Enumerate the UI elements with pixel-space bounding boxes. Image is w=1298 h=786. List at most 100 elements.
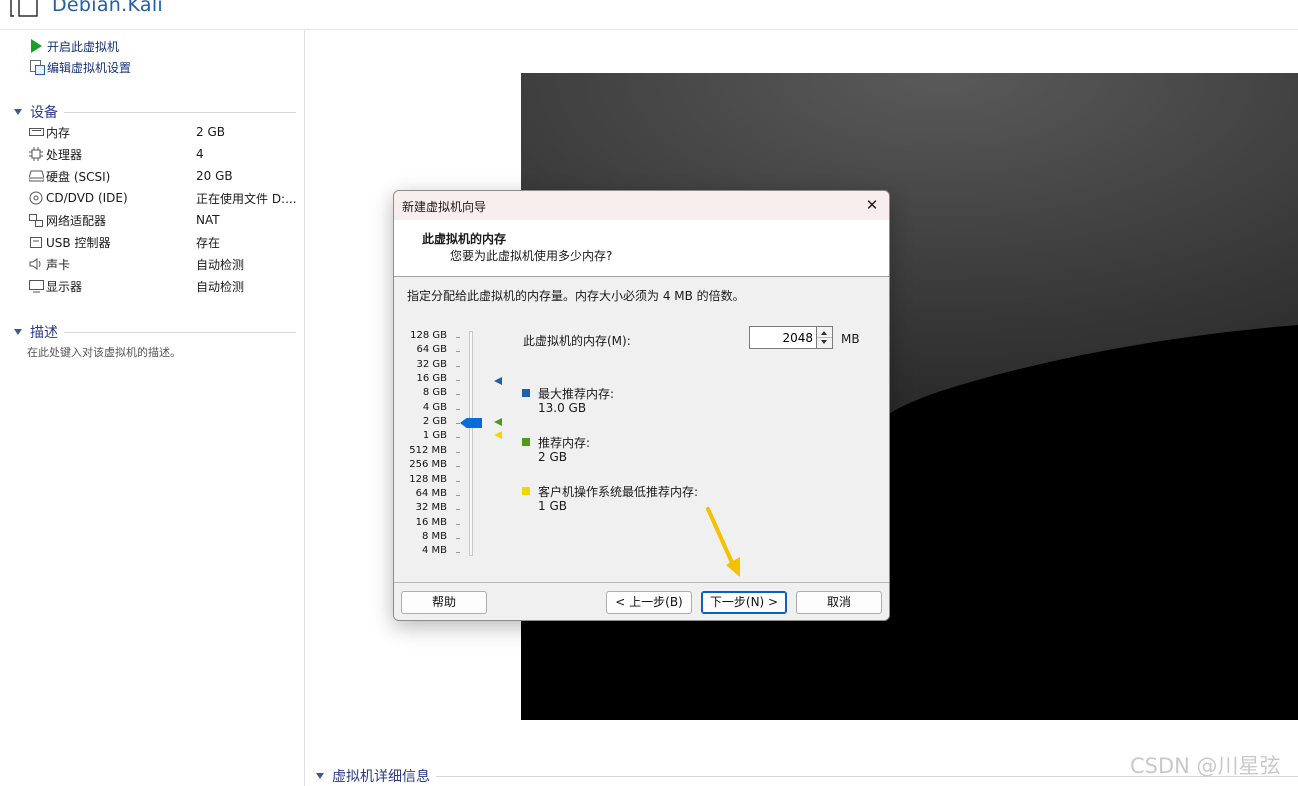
- annotation-arrow-icon: [706, 507, 740, 577]
- device-value: NAT: [196, 213, 220, 227]
- memory-input[interactable]: [749, 326, 817, 349]
- device-name: 显示器: [46, 279, 83, 294]
- display-icon: [28, 279, 44, 293]
- max-recommended-marker: [494, 377, 502, 385]
- memory-slider-track[interactable]: [469, 331, 473, 556]
- devices-section-title: 设备: [30, 105, 58, 121]
- min-recommended-title: 客户机操作系统最低推荐内存:: [538, 485, 699, 499]
- recommended-title: 推荐内存:: [538, 436, 591, 450]
- description-section-header[interactable]: 描述: [14, 322, 296, 342]
- device-row-hard-disk[interactable]: 硬盘 (SCSI) 20 GB: [28, 166, 296, 186]
- scale-tick: [456, 408, 460, 410]
- memory-spinner[interactable]: [817, 326, 833, 349]
- scale-tick: [456, 437, 460, 439]
- scale-tick: [456, 451, 460, 453]
- dialog-titlebar[interactable]: 新建虚拟机向导 ✕: [394, 191, 889, 220]
- cancel-button[interactable]: 取消: [796, 591, 882, 614]
- cd-dvd-icon: [28, 191, 44, 205]
- scale-tick: [456, 537, 460, 539]
- usb-icon: [28, 235, 44, 249]
- scale-label: 8 GB: [422, 387, 447, 399]
- device-name: 内存: [46, 125, 71, 140]
- recommended-marker: [494, 418, 502, 426]
- dialog-instruction: 指定分配给此虚拟机的内存量。内存大小必须为 4 MB 的倍数。: [407, 289, 745, 303]
- hard-disk-icon: [28, 169, 44, 183]
- scale-label: 16 MB: [415, 516, 447, 528]
- scale-tick: [456, 351, 460, 353]
- device-value: 正在使用文件 D:...: [196, 191, 296, 206]
- collapse-triangle-icon: [14, 109, 22, 115]
- edit-settings-icon: [30, 60, 44, 74]
- scale-label: 1 GB: [422, 430, 447, 442]
- scale-label: 4 GB: [422, 401, 447, 413]
- collapse-triangle-icon: [316, 773, 324, 779]
- dialog-subheading: 您要为此虚拟机使用多少内存?: [450, 249, 613, 263]
- min-recommended-value: 1 GB: [538, 499, 567, 513]
- edit-vm-settings-link[interactable]: 编辑虚拟机设置: [30, 58, 131, 76]
- power-on-vm-label: 开启此虚拟机: [47, 39, 120, 54]
- device-row-sound-card[interactable]: 声卡 自动检测: [28, 254, 296, 274]
- vm-details-title: 虚拟机详细信息: [332, 769, 430, 785]
- device-name: CD/DVD (IDE): [46, 191, 128, 205]
- device-row-usb[interactable]: USB 控制器 存在: [28, 232, 296, 252]
- device-row-memory[interactable]: 内存 2 GB: [28, 122, 296, 142]
- devices-section-header[interactable]: 设备: [14, 102, 296, 122]
- scale-tick: [456, 394, 460, 396]
- scale-tick: [456, 552, 460, 554]
- collapse-triangle-icon: [14, 329, 22, 335]
- scale-label: 128 MB: [409, 473, 447, 485]
- edit-vm-settings-label: 编辑虚拟机设置: [47, 60, 132, 75]
- scale-tick: [456, 494, 460, 496]
- device-row-network-adapter[interactable]: 网络适配器 NAT: [28, 210, 296, 230]
- recommended-value: 2 GB: [538, 450, 567, 464]
- device-value: 2 GB: [196, 125, 225, 139]
- next-button[interactable]: 下一步(N) >: [701, 591, 787, 614]
- scale-tick: [456, 480, 460, 482]
- scale-label: 32 MB: [415, 502, 447, 514]
- close-icon[interactable]: ✕: [861, 195, 883, 215]
- min-recommended-swatch: [522, 487, 530, 495]
- recommended-swatch: [522, 438, 530, 446]
- device-row-cd-dvd[interactable]: CD/DVD (IDE) 正在使用文件 D:...: [28, 188, 296, 208]
- vm-icon: [10, 0, 38, 17]
- device-name: 硬盘 (SCSI): [46, 169, 111, 184]
- device-name: 处理器: [46, 147, 83, 162]
- device-value: 自动检测: [196, 279, 245, 294]
- vm-name-title: Debian.Kali: [52, 0, 164, 16]
- new-vm-wizard-dialog: 新建虚拟机向导 ✕ 此虚拟机的内存 您要为此虚拟机使用多少内存? 指定分配给此虚…: [393, 190, 890, 621]
- scale-label: 16 GB: [416, 373, 447, 385]
- scale-label: 64 GB: [416, 344, 447, 356]
- description-section-title: 描述: [30, 325, 58, 341]
- device-row-display[interactable]: 显示器 自动检测: [28, 276, 296, 296]
- scale-tick: [456, 380, 460, 382]
- scale-label: 64 MB: [415, 487, 447, 499]
- dialog-banner: 此虚拟机的内存 您要为此虚拟机使用多少内存?: [394, 220, 889, 277]
- dialog-title: 新建虚拟机向导: [402, 200, 487, 214]
- scale-tick: [456, 423, 460, 425]
- dialog-heading: 此虚拟机的内存: [422, 232, 507, 246]
- spin-down-icon[interactable]: [821, 340, 827, 344]
- back-button[interactable]: < 上一步(B): [606, 591, 692, 614]
- scale-tick: [456, 523, 460, 525]
- device-row-cpu[interactable]: 处理器 4: [28, 144, 296, 164]
- help-button[interactable]: 帮助: [401, 591, 487, 614]
- play-icon: [30, 39, 44, 53]
- scale-label: 512 MB: [409, 444, 447, 456]
- sound-card-icon: [28, 257, 44, 271]
- device-value: 自动检测: [196, 257, 245, 272]
- scale-label: 4 MB: [421, 545, 447, 557]
- section-divider: [64, 331, 296, 333]
- memory-field-label: 此虚拟机的内存(M):: [523, 334, 631, 348]
- power-on-vm-link[interactable]: 开启此虚拟机: [30, 37, 119, 55]
- device-value: 4: [196, 147, 204, 161]
- max-recommended-swatch: [522, 389, 530, 397]
- cpu-icon: [28, 147, 44, 161]
- memory-unit: MB: [841, 332, 860, 346]
- scale-tick: [456, 337, 460, 338]
- spin-up-icon[interactable]: [821, 331, 827, 335]
- scale-tick: [456, 466, 460, 468]
- scale-label: 8 MB: [421, 530, 447, 542]
- memory-slider-thumb[interactable]: [460, 418, 482, 428]
- vm-header: Debian.Kali: [0, 0, 1298, 30]
- description-hint[interactable]: 在此处键入对该虚拟机的描述。: [27, 344, 181, 360]
